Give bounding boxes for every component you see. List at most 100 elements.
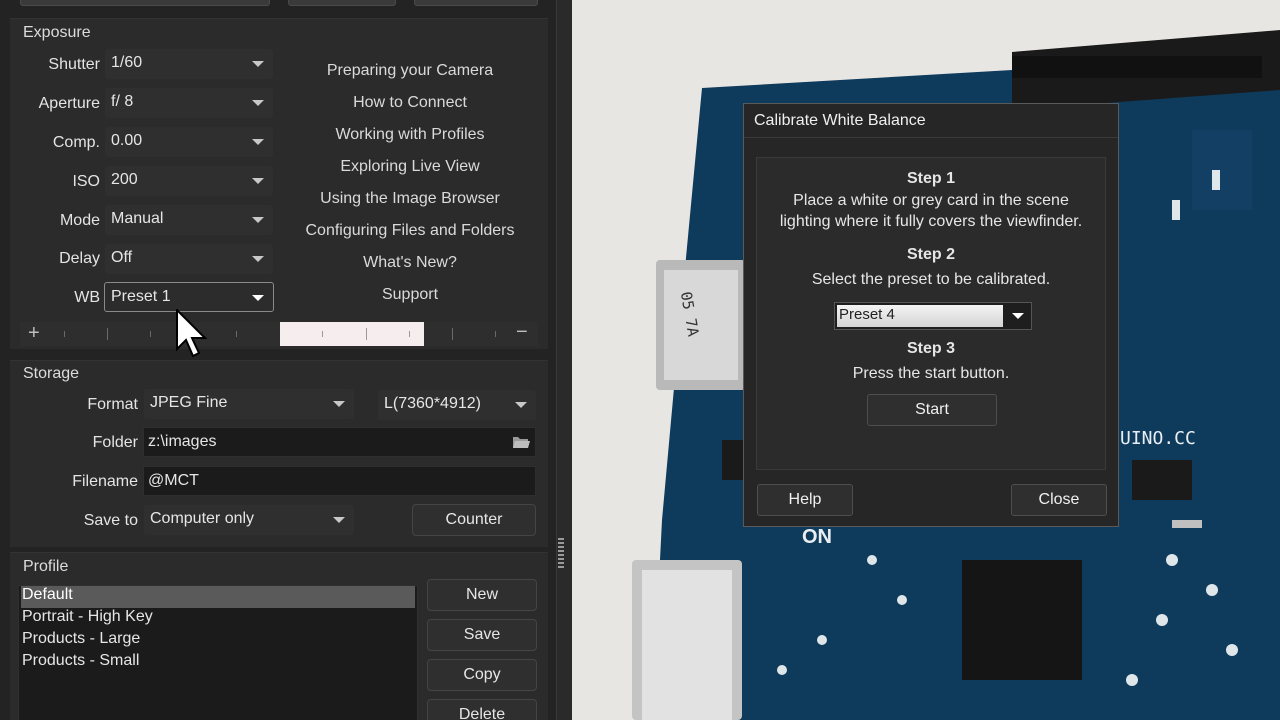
iso-value: 200 (111, 171, 138, 188)
iso-label: ISO (72, 173, 100, 190)
help-button[interactable]: Help (757, 484, 853, 516)
board-label-on: ON (802, 526, 832, 548)
top-button-partial-2[interactable] (414, 0, 538, 6)
slider-highlight-range[interactable] (280, 322, 424, 346)
resize-grip-icon[interactable] (558, 538, 564, 570)
storage-title: Storage (23, 365, 80, 382)
camera-control-panel: Exposure Shutter 1/60 Aperture f/ 8 Comp… (0, 0, 556, 720)
exposure-title: Exposure (23, 24, 91, 41)
format-label: Format (87, 396, 138, 413)
top-field-partial[interactable] (20, 0, 270, 6)
iso-dropdown[interactable]: 200 (105, 166, 273, 196)
step1-line1: Place a white or grey card in the scene (793, 192, 1069, 209)
profile-item-products-large[interactable]: Products - Large (21, 630, 415, 652)
preset-select-value: Preset 4 (837, 305, 1003, 327)
slider-tick (495, 331, 496, 337)
link-support[interactable]: Support (280, 286, 540, 304)
shutter-label: Shutter (48, 56, 100, 73)
folder-label: Folder (92, 434, 138, 451)
mode-dropdown[interactable]: Manual (105, 205, 273, 235)
wb-value: Preset 1 (111, 288, 171, 305)
link-whats-new[interactable]: What's New? (280, 254, 540, 272)
profile-item-portrait[interactable]: Portrait - High Key (21, 608, 415, 630)
link-configuring-files[interactable]: Configuring Files and Folders (280, 222, 540, 240)
step2-text: Select the preset to be calibrated. (811, 271, 1051, 288)
step3-title: Step 3 (906, 340, 955, 357)
step3-text: Press the start button. (852, 365, 1010, 382)
filename-label: Filename (72, 473, 138, 490)
delay-label: Delay (59, 250, 100, 267)
wb-dropdown[interactable]: Preset 1 (104, 282, 274, 312)
link-preparing-camera[interactable]: Preparing your Camera (280, 62, 540, 80)
start-button[interactable]: Start (867, 394, 997, 426)
comp-dropdown[interactable]: 0.00 (105, 127, 273, 157)
comp-value: 0.00 (111, 132, 143, 149)
chevron-down-icon (252, 217, 264, 223)
counter-button[interactable]: Counter (412, 504, 536, 536)
mode-value: Manual (111, 210, 164, 227)
aperture-value: f/ 8 (111, 93, 134, 110)
link-image-browser[interactable]: Using the Image Browser (280, 190, 540, 208)
chevron-down-icon (333, 401, 345, 407)
slider-tick (236, 331, 237, 337)
format-dropdown[interactable]: JPEG Fine (144, 389, 354, 419)
chevron-down-icon (252, 178, 264, 184)
folder-value: z:\images (148, 433, 217, 450)
chevron-down-icon (252, 256, 264, 262)
close-button[interactable]: Close (1011, 484, 1107, 516)
mouse-cursor-icon (176, 309, 208, 358)
folder-field[interactable]: z:\images (143, 427, 536, 457)
board-label-url: UINO.CC (1120, 428, 1196, 449)
filename-field[interactable]: @MCT (143, 466, 536, 496)
slider-tick (107, 328, 108, 340)
chevron-down-icon (515, 402, 527, 408)
step1-title: Step 1 (906, 170, 955, 187)
step2-title: Step 2 (906, 246, 955, 263)
aperture-label: Aperture (38, 95, 100, 112)
slider-tick (150, 331, 151, 337)
preset-select[interactable]: Preset 4 (834, 302, 1032, 330)
aperture-dropdown[interactable]: f/ 8 (105, 88, 273, 118)
profile-title: Profile (23, 558, 69, 575)
top-button-partial-1[interactable] (288, 0, 396, 6)
title-divider (744, 137, 1118, 138)
profile-list[interactable]: Default Portrait - High Key Products - L… (18, 585, 418, 720)
plus-icon[interactable]: + (28, 322, 40, 345)
mode-label: Mode (59, 212, 100, 229)
profile-item-default[interactable]: Default (21, 586, 415, 608)
shutter-dropdown[interactable]: 1/60 (105, 49, 273, 79)
delay-value: Off (111, 249, 133, 266)
folder-icon[interactable] (512, 435, 530, 449)
exposure-slider[interactable]: + − (20, 321, 538, 346)
chevron-down-icon (333, 517, 345, 523)
chevron-down-icon (252, 100, 264, 106)
minus-icon[interactable]: − (516, 321, 528, 344)
wb-label: WB (74, 289, 100, 306)
copy-profile-button[interactable]: Copy (427, 659, 537, 691)
saveto-label: Save to (83, 512, 138, 529)
chevron-down-icon (252, 295, 264, 301)
image-size-value: L(7360*4912) (384, 395, 481, 412)
slider-tick (409, 331, 410, 337)
dialog-title: Calibrate White Balance (754, 112, 926, 129)
profile-item-products-small[interactable]: Products - Small (21, 652, 415, 674)
saveto-value: Computer only (150, 510, 255, 527)
chevron-down-icon (252, 139, 264, 145)
link-exploring-live-view[interactable]: Exploring Live View (280, 158, 540, 176)
save-profile-button[interactable]: Save (427, 619, 537, 651)
link-how-to-connect[interactable]: How to Connect (280, 94, 540, 112)
panel-divider[interactable] (556, 0, 573, 720)
slider-tick (322, 331, 323, 337)
filename-value: @MCT (148, 472, 199, 489)
chevron-down-icon (1012, 313, 1024, 319)
delay-dropdown[interactable]: Off (105, 244, 273, 274)
link-working-with-profiles[interactable]: Working with Profiles (280, 126, 540, 144)
image-size-dropdown[interactable]: L(7360*4912) (378, 390, 536, 420)
saveto-dropdown[interactable]: Computer only (144, 505, 354, 535)
calibrate-white-balance-dialog: Calibrate White Balance Step 1 Place a w… (743, 103, 1119, 527)
new-profile-button[interactable]: New (427, 579, 537, 611)
format-value: JPEG Fine (150, 394, 228, 411)
comp-label: Comp. (52, 134, 100, 151)
delete-profile-button[interactable]: Delete (427, 699, 537, 720)
chevron-down-icon (252, 61, 264, 67)
